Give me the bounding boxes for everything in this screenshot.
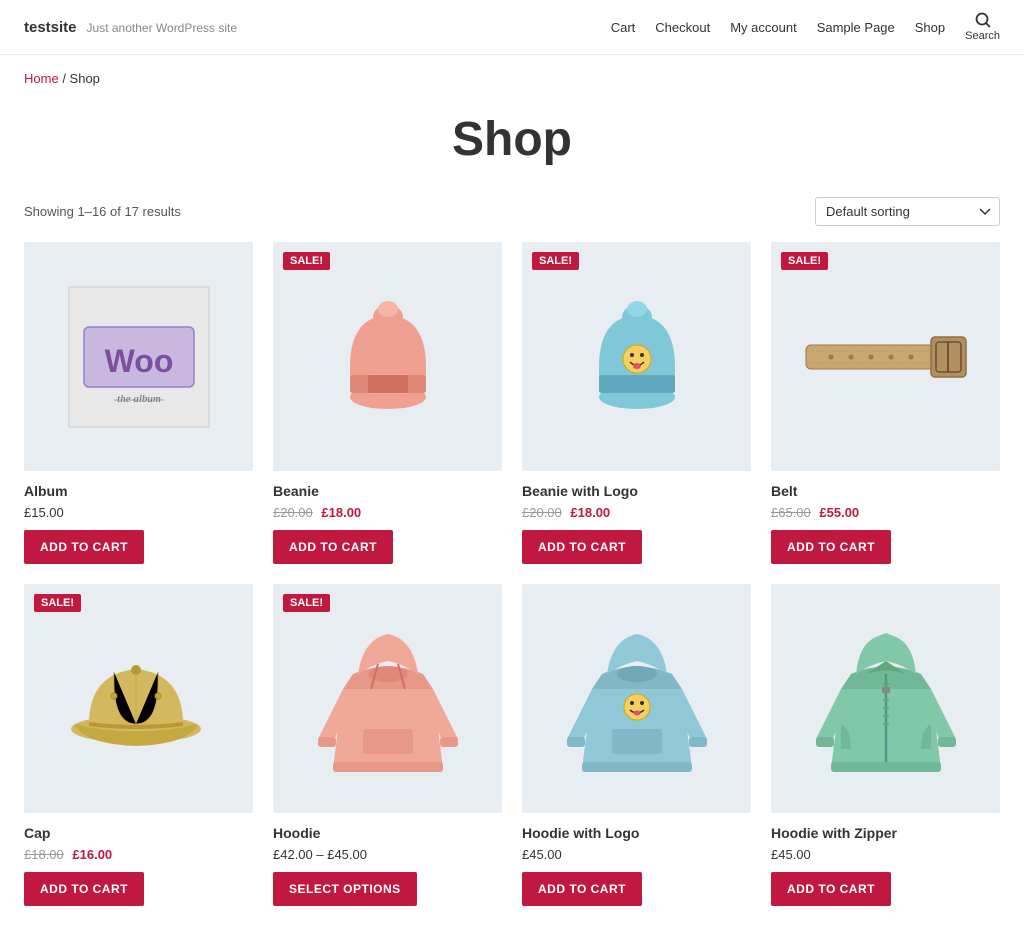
product-card-beanie: SALE! Beanie £20.00 £18.00 ADD TO CART: [273, 242, 502, 564]
breadcrumb-current: Shop: [70, 71, 100, 86]
breadcrumb-home[interactable]: Home: [24, 71, 59, 86]
add-to-cart-album[interactable]: ADD TO CART: [24, 530, 144, 564]
add-to-cart-hoodie-logo[interactable]: ADD TO CART: [522, 872, 642, 906]
products-grid: Woo the album Album £15.00 ADD TO CART S…: [0, 242, 1024, 946]
sale-badge-beanie-logo: SALE!: [532, 252, 579, 270]
product-image-hoodie-logo: [522, 584, 751, 813]
nav-my-account[interactable]: My account: [730, 20, 796, 35]
nav-shop[interactable]: Shop: [915, 20, 945, 35]
beanie-illustration: [318, 287, 458, 427]
product-name-hoodie-zipper: Hoodie with Zipper: [771, 825, 1000, 841]
hoodie-illustration: [313, 619, 463, 779]
product-price-cap: £18.00 £16.00: [24, 847, 253, 862]
hoodie-logo-illustration: [562, 619, 712, 779]
add-to-cart-beanie-logo[interactable]: ADD TO CART: [522, 530, 642, 564]
product-card-beanie-logo: SALE! Beanie with Logo £20.00 £18.00 ADD…: [522, 242, 751, 564]
product-card-hoodie: SALE!: [273, 584, 502, 906]
product-image-cap: SALE!: [24, 584, 253, 813]
site-nav: Cart Checkout My account Sample Page Sho…: [611, 12, 1000, 42]
product-image-beanie: SALE!: [273, 242, 502, 471]
search-button[interactable]: Search: [965, 12, 1000, 42]
product-image-hoodie-zipper: [771, 584, 1000, 813]
sale-badge-cap: SALE!: [34, 594, 81, 612]
breadcrumb: Home / Shop: [0, 55, 1024, 102]
product-card-album: Woo the album Album £15.00 ADD TO CART: [24, 242, 253, 564]
sale-badge-belt: SALE!: [781, 252, 828, 270]
product-image-album: Woo the album: [24, 242, 253, 471]
add-to-cart-beanie[interactable]: ADD TO CART: [273, 530, 393, 564]
album-illustration: Woo the album: [54, 272, 224, 442]
product-card-cap: SALE! Cap £18.00: [24, 584, 253, 906]
product-name-hoodie: Hoodie: [273, 825, 502, 841]
page-title: Shop: [0, 112, 1024, 167]
product-image-hoodie: SALE!: [273, 584, 502, 813]
sorting-select[interactable]: Default sorting Sort by popularity Sort …: [815, 197, 1000, 226]
product-name-beanie: Beanie: [273, 483, 502, 499]
sale-badge-hoodie: SALE!: [283, 594, 330, 612]
site-description: Just another WordPress site: [87, 21, 238, 35]
hoodie-zipper-illustration: [811, 619, 961, 779]
svg-text:the album: the album: [117, 393, 161, 405]
add-to-cart-belt[interactable]: ADD TO CART: [771, 530, 891, 564]
product-price-hoodie-logo: £45.00: [522, 847, 751, 862]
site-title[interactable]: testsite: [24, 19, 77, 36]
add-to-cart-hoodie-zipper[interactable]: ADD TO CART: [771, 872, 891, 906]
product-image-beanie-logo: SALE!: [522, 242, 751, 471]
product-price-album: £15.00: [24, 505, 253, 520]
site-header: testsite Just another WordPress site Car…: [0, 0, 1024, 55]
search-icon: [975, 12, 991, 28]
product-name-album: Album: [24, 483, 253, 499]
product-image-belt: SALE!: [771, 242, 1000, 471]
page-title-wrap: Shop: [0, 102, 1024, 197]
svg-text:Woo: Woo: [104, 343, 173, 379]
product-price-beanie-logo: £20.00 £18.00: [522, 505, 751, 520]
add-to-cart-cap[interactable]: ADD TO CART: [24, 872, 144, 906]
product-price-hoodie-zipper: £45.00: [771, 847, 1000, 862]
sale-badge-beanie: SALE!: [283, 252, 330, 270]
select-options-hoodie[interactable]: SELECT OPTIONS: [273, 872, 417, 906]
beanie-logo-illustration: [567, 287, 707, 427]
product-name-belt: Belt: [771, 483, 1000, 499]
nav-cart[interactable]: Cart: [611, 20, 636, 35]
product-card-hoodie-logo: Hoodie with Logo £45.00 ADD TO CART: [522, 584, 751, 906]
belt-illustration: [801, 317, 971, 397]
product-card-hoodie-zipper: Hoodie with Zipper £45.00 ADD TO CART: [771, 584, 1000, 906]
shop-controls: Showing 1–16 of 17 results Default sorti…: [0, 197, 1024, 242]
breadcrumb-separator: /: [62, 71, 69, 86]
product-name-hoodie-logo: Hoodie with Logo: [522, 825, 751, 841]
nav-sample-page[interactable]: Sample Page: [817, 20, 895, 35]
results-count: Showing 1–16 of 17 results: [24, 204, 181, 219]
cap-illustration: [64, 634, 214, 764]
site-branding: testsite Just another WordPress site: [24, 19, 237, 36]
product-price-belt: £65.00 £55.00: [771, 505, 1000, 520]
nav-checkout[interactable]: Checkout: [655, 20, 710, 35]
product-card-belt: SALE! Belt £65.00 £55.00: [771, 242, 1000, 564]
product-name-beanie-logo: Beanie with Logo: [522, 483, 751, 499]
search-label: Search: [965, 30, 1000, 42]
product-name-cap: Cap: [24, 825, 253, 841]
product-price-beanie: £20.00 £18.00: [273, 505, 502, 520]
product-price-hoodie: £42.00 – £45.00: [273, 847, 502, 862]
